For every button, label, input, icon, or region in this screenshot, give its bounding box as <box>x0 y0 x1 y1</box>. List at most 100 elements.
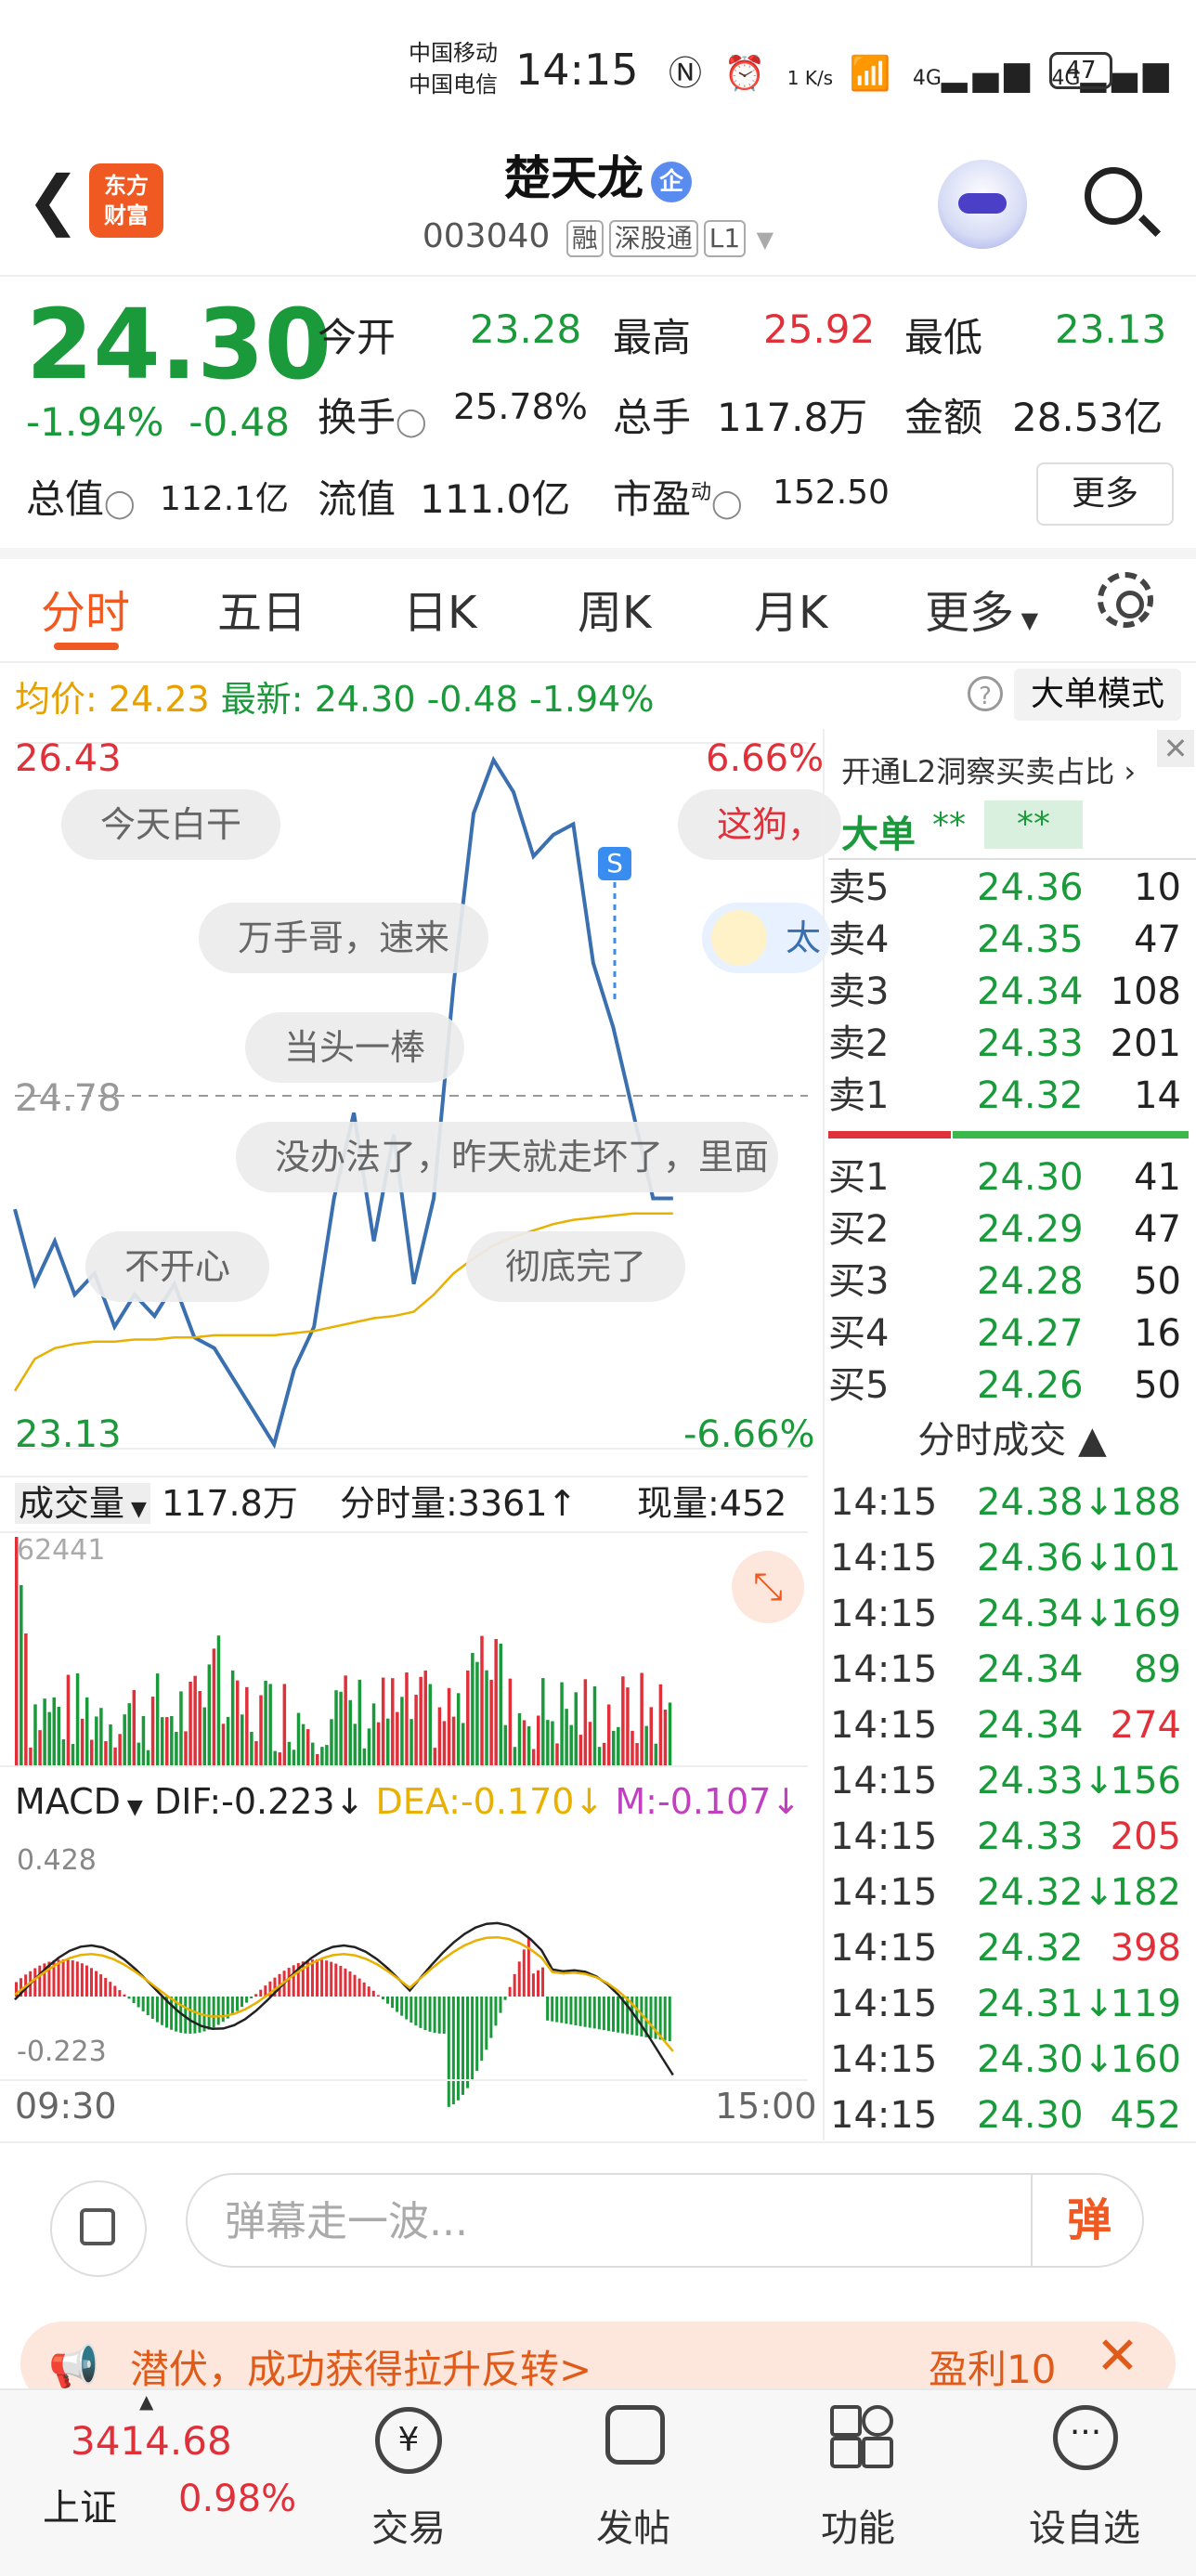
orderbook-row[interactable]: 卖224.33201 <box>828 1018 1190 1070</box>
volume-bar <box>58 1707 61 1766</box>
orderbook-level: 买5 <box>828 1360 889 1412</box>
volume-bar <box>589 1722 592 1766</box>
volume-bar <box>579 1735 583 1766</box>
nav-post[interactable]: 发帖 <box>559 2498 708 2552</box>
l2-upgrade-link[interactable]: 开通L2洞察买卖占比 › <box>841 748 1136 791</box>
orderbook-qty: 41 <box>1134 1151 1181 1203</box>
volume-selector[interactable]: 成交量 ▼ <box>15 1483 150 1524</box>
macd-bar <box>368 1986 370 1997</box>
tab-monthly-k[interactable]: 月K <box>754 576 827 641</box>
macd-bar <box>589 1997 592 2028</box>
gear-icon[interactable] <box>1098 572 1153 628</box>
macd-bar <box>626 1997 629 2034</box>
volume-bar <box>38 1730 42 1766</box>
volume-bar <box>635 1743 639 1766</box>
orderbook-row[interactable]: 卖524.3610 <box>828 862 1190 914</box>
volume-bar <box>565 1709 568 1766</box>
index-name[interactable]: 上证 <box>43 2478 117 2531</box>
tick-volume: 274 <box>1111 1698 1181 1753</box>
danmaku-settings-icon[interactable] <box>50 2180 147 2277</box>
big-order-mode-button[interactable]: 大单模式 <box>1014 669 1181 721</box>
macd-bar <box>574 1997 577 2025</box>
volume-bar <box>523 1720 526 1766</box>
sell-signal-marker[interactable]: S <box>598 847 631 880</box>
volume-bar <box>184 1731 188 1766</box>
volume-bar <box>104 1741 108 1766</box>
volume-bar <box>574 1692 578 1766</box>
volume-bar <box>537 1715 540 1766</box>
volume-bar <box>555 1743 559 1766</box>
volume-bar <box>584 1679 588 1766</box>
danmaku-input[interactable]: 弹幕走一波... <box>186 2173 1144 2268</box>
macd-bar <box>382 1997 384 1999</box>
volume-bar <box>292 1750 296 1766</box>
macd-bar <box>133 1997 136 2003</box>
tab-intraday[interactable]: 分时 <box>41 576 130 641</box>
volume-bar <box>475 1662 479 1766</box>
close-icon[interactable]: ✕ <box>1157 730 1194 767</box>
volume-bar <box>344 1675 347 1766</box>
volume-bar <box>593 1686 597 1766</box>
promo-text[interactable]: 潜伏，成功获得拉升反转> <box>130 2338 592 2395</box>
macd-bar <box>593 1997 596 2028</box>
more-icon[interactable]: ··· <box>1053 2405 1118 2470</box>
tick-price: 24.34↓ <box>977 1586 1114 1642</box>
orderbook-row[interactable]: 买124.3041 <box>828 1151 1190 1203</box>
tick-price: 24.30↓ <box>977 2032 1114 2088</box>
orderbook-level: 买2 <box>828 1203 889 1255</box>
macd-bar <box>664 1997 667 2040</box>
search-icon[interactable] <box>1085 167 1142 225</box>
macd-bar <box>62 1959 65 1997</box>
macd-bar <box>170 1997 173 2030</box>
function-icon[interactable] <box>830 2405 890 2465</box>
volume-bar <box>443 1721 447 1766</box>
macd-top-label: 0.428 <box>17 1844 97 1877</box>
volume-bar <box>118 1734 122 1766</box>
volume-bar <box>259 1696 263 1766</box>
tab-more[interactable]: 更多 ▼ <box>925 576 1038 641</box>
volume-bar <box>250 1732 254 1766</box>
macd-bar <box>123 1995 125 1997</box>
nav-watchlist[interactable]: 设自选 <box>1010 2498 1159 2552</box>
tick-volume: 182 <box>1111 1865 1181 1920</box>
macd-bar <box>109 1982 111 1997</box>
volume-bar <box>306 1729 310 1766</box>
tab-weekly-k[interactable]: 周K <box>578 576 651 641</box>
expand-icon[interactable]: ⤡ <box>732 1551 804 1623</box>
danmaku-bubble: 不开心 <box>85 1231 269 1302</box>
robot-avatar[interactable] <box>938 160 1027 249</box>
y-axis-top-label: 26.43 <box>15 737 122 780</box>
index-pct[interactable]: 0.98% <box>178 2478 296 2520</box>
orderbook-row[interactable]: 买224.2947 <box>828 1203 1190 1255</box>
ticks-header[interactable]: 分时成交 ▲ <box>828 1410 1196 1464</box>
low-label: 最低 <box>904 306 982 363</box>
close-icon[interactable]: ✕ <box>1096 2329 1139 2385</box>
macd-bar <box>33 1969 36 1997</box>
macd-bar <box>259 1990 262 1997</box>
tick-row: 14:1524.32↓182 <box>828 1865 1190 1920</box>
help-icon[interactable]: ? <box>968 676 1003 711</box>
tab-daily-k[interactable]: 日K <box>403 576 476 641</box>
nav-function[interactable]: 功能 <box>784 2498 932 2552</box>
orderbook-row[interactable]: 卖324.34108 <box>828 966 1190 1018</box>
volume-bar <box>532 1749 536 1766</box>
more-button[interactable]: 更多 <box>1036 462 1174 526</box>
trade-icon[interactable]: ¥ <box>375 2407 442 2474</box>
orderbook-row[interactable]: 卖124.3214 <box>828 1070 1190 1122</box>
index-value[interactable]: 3414.68 <box>71 2418 232 2464</box>
nav-trade[interactable]: 交易 <box>334 2498 483 2552</box>
orderbook-row[interactable]: 卖424.3547 <box>828 914 1190 966</box>
tab-five-day[interactable]: 五日 <box>217 576 306 641</box>
macd-selector[interactable]: MACD ▼ <box>15 1781 143 1822</box>
macd-bar <box>555 1997 558 2023</box>
orderbook-row[interactable]: 买324.2850 <box>828 1255 1190 1308</box>
volume-bar <box>607 1704 611 1766</box>
volume-bar <box>311 1743 315 1766</box>
orderbook-row[interactable]: 买524.2650 <box>828 1360 1190 1412</box>
macd-bar <box>151 1997 154 2019</box>
orderbook-price: 24.34 <box>977 966 1084 1018</box>
send-danmaku-button[interactable]: 弹 <box>1031 2173 1146 2268</box>
post-icon[interactable] <box>605 2405 665 2465</box>
orderbook-row[interactable]: 买424.2716 <box>828 1308 1190 1360</box>
volume-bar <box>198 1691 202 1766</box>
